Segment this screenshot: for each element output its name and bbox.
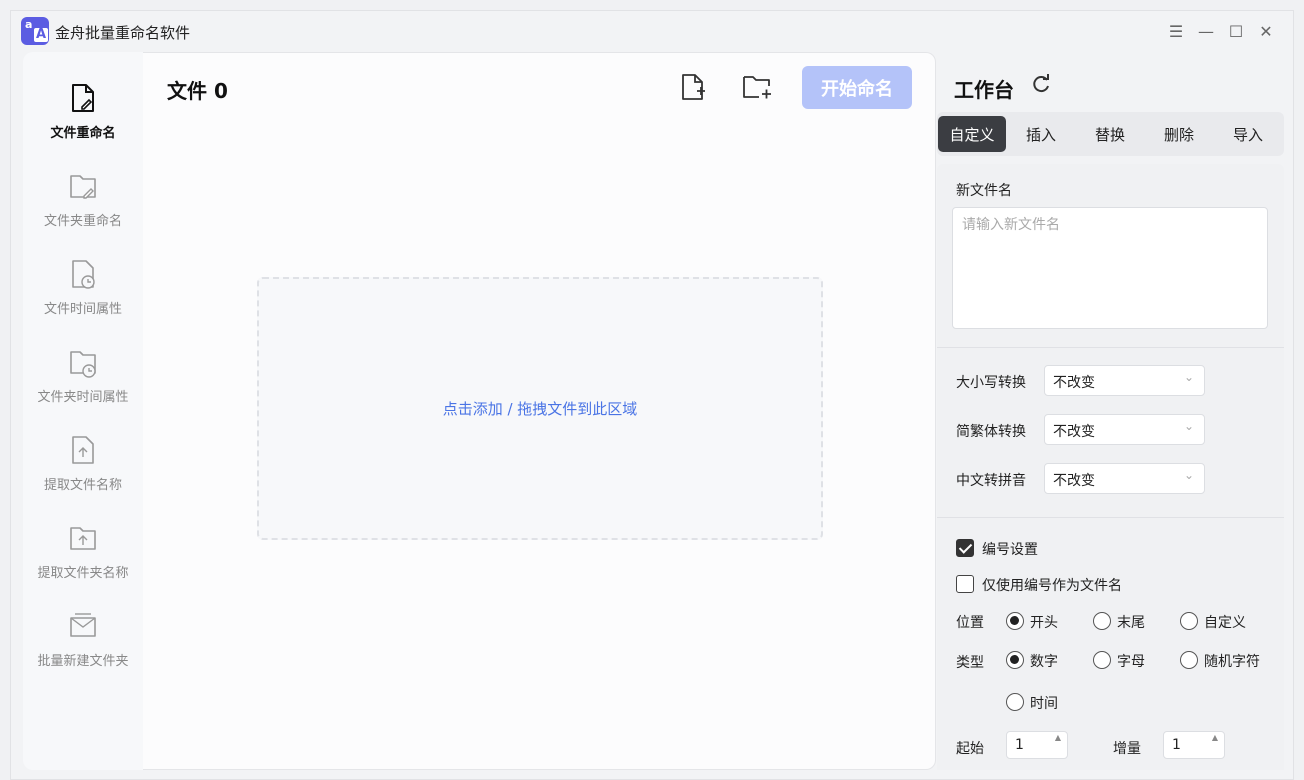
new-name-label: 新文件名 — [956, 183, 1012, 199]
position-radio-custom[interactable] — [1180, 612, 1198, 630]
tab-delete[interactable]: 删除 — [1145, 116, 1213, 152]
step-number-value: 1 — [1172, 737, 1181, 753]
pinyin-select[interactable]: 不改变 ⌄ — [1044, 463, 1205, 494]
type-option-number: 数字 — [1030, 654, 1058, 670]
file-upload-icon — [72, 436, 94, 464]
type-label: 类型 — [956, 655, 984, 671]
pinyin-label: 中文转拼音 — [956, 473, 1026, 489]
add-folder-icon[interactable] — [741, 71, 773, 103]
page-title: 文件 0 — [167, 79, 228, 103]
trad-select[interactable]: 不改变 ⌄ — [1044, 414, 1205, 445]
file-clock-icon — [72, 260, 95, 289]
sidebar-item-file-rename[interactable]: 文件重命名 — [23, 82, 143, 152]
sidebar-item-label: 文件时间属性 — [43, 302, 122, 317]
window-controls: ☰ — ☐ ✕ — [1161, 20, 1281, 42]
title-bar: a A 金舟批量重命名软件 ☰ — ☐ ✕ — [11, 11, 1293, 51]
sidebar-item-label: 文件重命名 — [50, 126, 116, 141]
divider — [937, 347, 1284, 348]
type-radio-time[interactable] — [1006, 693, 1024, 711]
sidebar-item-extract-file[interactable]: 提取文件名称 — [23, 434, 143, 504]
start-rename-button[interactable]: 开始命名 — [802, 66, 912, 109]
step-label: 增量 — [1113, 741, 1141, 757]
divider — [937, 517, 1284, 518]
app-logo-icon: a A — [21, 17, 49, 45]
type-option-random: 随机字符 — [1204, 654, 1260, 670]
spinner-up-icon[interactable]: ▲ — [1055, 733, 1061, 742]
type-option-letter: 字母 — [1117, 654, 1145, 670]
tab-import[interactable]: 导入 — [1214, 116, 1282, 152]
sidebar-item-label: 文件夹重命名 — [43, 214, 122, 229]
position-option-start: 开头 — [1030, 615, 1058, 631]
app-window: a A 金舟批量重命名软件 ☰ — ☐ ✕ 文件重命名 文件夹重命名 文件时间属… — [10, 10, 1294, 780]
position-radio-start[interactable] — [1006, 612, 1024, 630]
add-file-icon[interactable] — [677, 71, 709, 103]
file-dropzone[interactable]: 点击添加 / 拖拽文件到此区域 — [257, 277, 823, 540]
logo-letter-big: A — [34, 27, 49, 42]
folder-edit-icon — [70, 175, 96, 199]
sidebar-item-label: 文件夹时间属性 — [37, 390, 129, 405]
position-option-end: 末尾 — [1117, 615, 1145, 631]
trad-label: 简繁体转换 — [956, 424, 1026, 440]
workspace-title: 工作台 — [954, 78, 1014, 102]
tab-custom[interactable]: 自定义 — [938, 116, 1006, 152]
file-edit-icon — [72, 84, 94, 112]
app-title: 金舟批量重命名软件 — [55, 24, 191, 42]
custom-settings: 新文件名 大小写转换 不改变 ⌄ 简繁体转换 不改变 ⌄ 中文转拼音 不改变 ⌄… — [937, 164, 1284, 770]
sidebar-item-label: 提取文件夹名称 — [37, 566, 129, 581]
new-name-input[interactable] — [952, 207, 1268, 329]
start-number-input[interactable]: 1 ▲ — [1006, 731, 1068, 759]
numbering-checkbox[interactable] — [956, 539, 974, 557]
start-label: 起始 — [956, 741, 984, 757]
folder-upload-icon — [70, 527, 96, 550]
step-number-input[interactable]: 1 ▲ — [1163, 731, 1225, 759]
refresh-icon[interactable] — [1030, 73, 1052, 95]
sidebar-item-label: 提取文件名称 — [43, 478, 122, 493]
start-number-value: 1 — [1015, 737, 1024, 753]
menu-icon[interactable]: ☰ — [1161, 20, 1191, 42]
chevron-down-icon: ⌄ — [1183, 468, 1194, 482]
type-radio-random[interactable] — [1180, 651, 1198, 669]
position-label: 位置 — [956, 615, 984, 631]
new-folder-envelope-icon — [70, 613, 96, 637]
type-radio-letter[interactable] — [1093, 651, 1111, 669]
minimize-icon[interactable]: — — [1191, 20, 1221, 42]
sidebar-item-batch-folder[interactable]: 批量新建文件夹 — [23, 610, 143, 680]
only-number-label: 仅使用编号作为文件名 — [982, 578, 1122, 594]
maximize-icon[interactable]: ☐ — [1221, 20, 1251, 42]
case-label: 大小写转换 — [956, 375, 1026, 391]
chevron-down-icon: ⌄ — [1183, 419, 1194, 433]
trad-select-value: 不改变 — [1053, 424, 1095, 440]
pinyin-select-value: 不改变 — [1053, 473, 1095, 489]
workspace-panel: 工作台 自定义 插入 替换 删除 导入 新文件名 大小写转换 不改变 ⌄ 简繁体… — [937, 52, 1284, 770]
position-radio-end[interactable] — [1093, 612, 1111, 630]
case-select-value: 不改变 — [1053, 375, 1095, 391]
tab-replace[interactable]: 替换 — [1076, 116, 1144, 152]
main-panel: 文件 0 开始命名 点击添加 / 拖拽文件到此区域 — [143, 52, 936, 770]
type-radio-number[interactable] — [1006, 651, 1024, 669]
logo-letter-small: a — [25, 18, 33, 31]
type-option-time: 时间 — [1030, 696, 1058, 712]
only-number-checkbox[interactable] — [956, 575, 974, 593]
sidebar-item-folder-time[interactable]: 文件夹时间属性 — [23, 346, 143, 416]
dropzone-text[interactable]: 点击添加 / 拖拽文件到此区域 — [443, 398, 638, 419]
close-icon[interactable]: ✕ — [1251, 20, 1281, 42]
sidebar: 文件重命名 文件夹重命名 文件时间属性 文件夹时间属性 提取文件名称 提取文件夹… — [23, 52, 143, 770]
tab-insert[interactable]: 插入 — [1007, 116, 1075, 152]
workspace-tabs: 自定义 插入 替换 删除 导入 — [937, 112, 1284, 156]
sidebar-item-folder-rename[interactable]: 文件夹重命名 — [23, 170, 143, 240]
numbering-label: 编号设置 — [982, 542, 1038, 558]
position-option-custom: 自定义 — [1204, 615, 1246, 631]
sidebar-item-label: 批量新建文件夹 — [37, 654, 129, 669]
spinner-up-icon[interactable]: ▲ — [1212, 733, 1218, 742]
sidebar-item-extract-folder[interactable]: 提取文件夹名称 — [23, 522, 143, 592]
sidebar-item-file-time[interactable]: 文件时间属性 — [23, 258, 143, 328]
chevron-down-icon: ⌄ — [1183, 370, 1194, 384]
folder-clock-icon — [70, 351, 96, 378]
case-select[interactable]: 不改变 ⌄ — [1044, 365, 1205, 396]
